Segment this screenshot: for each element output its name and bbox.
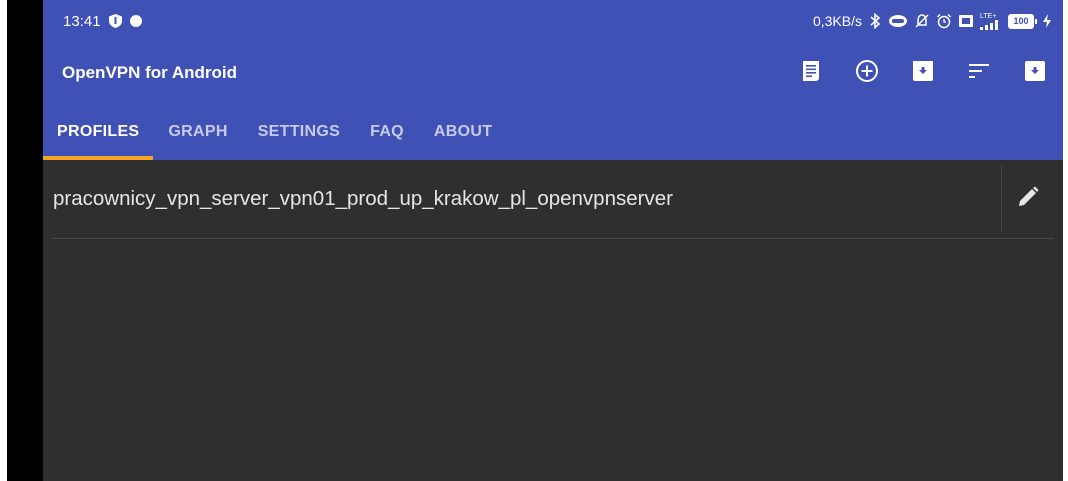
signal-icon: LTE+ bbox=[980, 13, 1002, 30]
charging-icon bbox=[1043, 14, 1051, 28]
net-speed: 0,3KB/s bbox=[812, 13, 862, 29]
log-button[interactable] bbox=[783, 45, 839, 101]
status-time: 13:41 bbox=[63, 12, 101, 30]
bluetooth-icon bbox=[868, 13, 882, 29]
alarm-icon bbox=[936, 13, 952, 29]
tab-bar: PROFILES GRAPH SETTINGS FAQ ABOUT bbox=[43, 104, 1063, 160]
battery-icon: 100 bbox=[1008, 13, 1037, 29]
tab-faq[interactable]: FAQ bbox=[355, 104, 419, 160]
shield-icon bbox=[108, 14, 122, 28]
tab-graph[interactable]: GRAPH bbox=[153, 104, 242, 160]
app-title: OpenVPN for Android bbox=[62, 63, 238, 82]
import-button[interactable] bbox=[895, 45, 951, 101]
profile-list-item[interactable]: pracownicy_vpn_server_vpn01_prod_up_krak… bbox=[52, 160, 1054, 239]
tab-profiles[interactable]: PROFILES bbox=[43, 104, 154, 160]
archive-button[interactable] bbox=[1007, 45, 1063, 101]
log-icon bbox=[802, 60, 820, 87]
sim-icon bbox=[958, 13, 974, 29]
profile-name[interactable]: pracownicy_vpn_server_vpn01_prod_up_krak… bbox=[52, 187, 1001, 211]
mute-icon bbox=[914, 13, 930, 29]
left-black-bar bbox=[7, 0, 43, 481]
pencil-icon bbox=[1017, 186, 1039, 213]
add-profile-icon bbox=[855, 59, 879, 88]
add-profile-button[interactable] bbox=[839, 45, 895, 101]
app-screen: 13:41 0,3KB/s LTE+ 100 OpenVPN for Andro… bbox=[43, 0, 1063, 481]
archive-icon bbox=[1024, 60, 1046, 87]
app-toolbar: OpenVPN for Android bbox=[43, 42, 1063, 104]
dot-icon bbox=[129, 15, 142, 27]
import-icon bbox=[912, 60, 934, 87]
tab-about[interactable]: ABOUT bbox=[419, 104, 507, 160]
vpn-key-icon bbox=[888, 14, 908, 28]
edit-profile-button[interactable] bbox=[1002, 166, 1054, 232]
sort-icon bbox=[969, 63, 989, 84]
status-bar: 13:41 0,3KB/s LTE+ 100 bbox=[43, 0, 1063, 42]
sort-button[interactable] bbox=[951, 45, 1007, 101]
tab-settings[interactable]: SETTINGS bbox=[243, 104, 355, 160]
